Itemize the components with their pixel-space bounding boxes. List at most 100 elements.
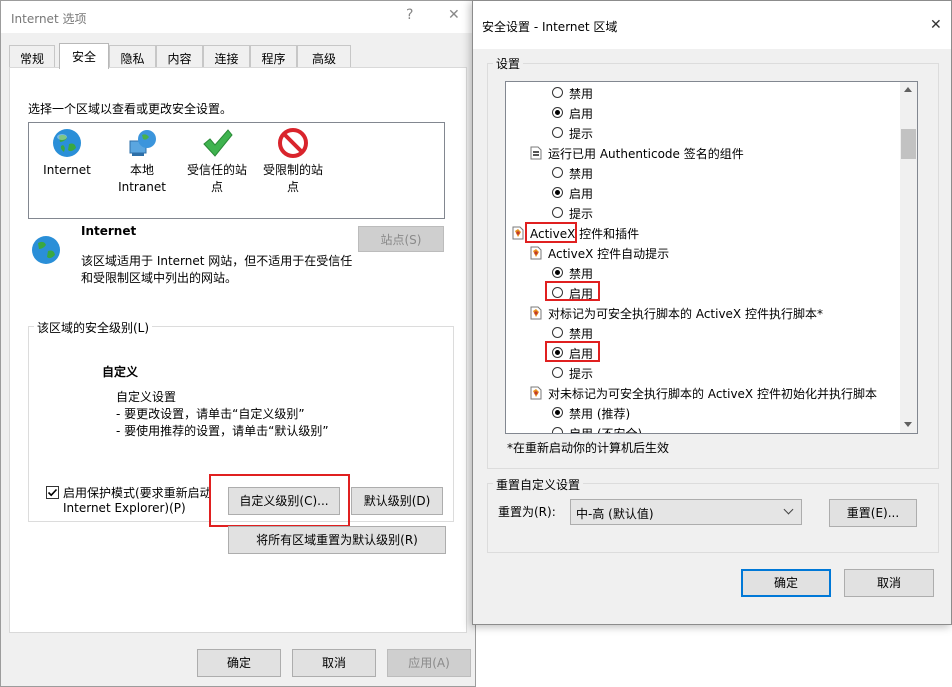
restart-note: *在重新启动你的计算机后生效 [507, 441, 670, 455]
radio-selected[interactable] [552, 107, 563, 118]
setting-header: 运行已用 Authenticode 签名的组件 [530, 143, 901, 163]
internet-options-window: Internet 选项 ? ✕ 常规 安全 隐私 内容 连接 程序 高级 选择一… [0, 0, 476, 687]
activex-icon [512, 226, 524, 240]
custom-text-2: - 要更改设置，请单击“自定义级别” [116, 407, 305, 421]
window-title: Internet 选项 [11, 12, 87, 26]
radio-selected[interactable] [552, 187, 563, 198]
security-level-label: 该区域的安全级别(L) [34, 319, 153, 336]
tab-programs[interactable]: 程序 [250, 45, 297, 67]
tab-general[interactable]: 常规 [9, 45, 55, 67]
reset-all-zones-button[interactable]: 将所有区域重置为默认级别(R) [228, 526, 446, 554]
setting-option[interactable]: 启用 [552, 103, 901, 123]
reset-level-select[interactable]: 中-高 (默认值) [570, 499, 802, 525]
security-tab-panel: 选择一个区域以查看或更改安全设置。 Internet 本地 Intranet 受… [9, 67, 467, 633]
zone-label: 本地 Intranet [118, 163, 166, 194]
security-settings-window: 安全设置 - Internet 区域 ✕ 设置 禁用 启用 提示 运行已用 Authe… [472, 0, 952, 625]
ok-button[interactable]: 确定 [741, 569, 831, 597]
setting-text: 禁用 [569, 267, 594, 281]
restricted-icon [278, 128, 308, 158]
setting-text: 启用 [569, 107, 594, 121]
globe-icon [53, 129, 81, 157]
reset-button[interactable]: 重置(E)... [829, 499, 917, 527]
activex-icon [530, 386, 542, 400]
highlight-box [545, 281, 600, 301]
globe-icon [32, 236, 60, 264]
setting-option[interactable]: 禁用 [552, 263, 901, 283]
setting-text: 禁用 [569, 167, 594, 181]
tab-advanced[interactable]: 高级 [297, 45, 351, 67]
scroll-thumb[interactable] [901, 129, 916, 159]
highlight-box [545, 341, 600, 362]
setting-text: 运行已用 Authenticode 签名的组件 [548, 147, 744, 161]
window-title: 安全设置 - Internet 区域 [482, 20, 618, 34]
close-icon[interactable]: ✕ [448, 7, 460, 23]
radio-unselected[interactable] [552, 87, 563, 98]
protected-mode-checkbox[interactable] [46, 486, 59, 499]
title-bar: 安全设置 - Internet 区域 ✕ [473, 1, 951, 49]
tab-security[interactable]: 安全 [59, 43, 109, 69]
setting-option[interactable]: 提示 [552, 123, 901, 143]
setting-text: 对标记为可安全执行脚本的 ActiveX 控件执行脚本* [548, 307, 823, 321]
ok-button[interactable]: 确定 [197, 649, 281, 677]
setting-text: 提示 [569, 127, 594, 141]
setting-option[interactable]: 禁用 [552, 323, 901, 343]
custom-text-3: - 要使用推荐的设置，请单击“默认级别” [116, 424, 329, 438]
radio-unselected[interactable] [552, 427, 563, 433]
setting-option[interactable]: 禁用 [552, 83, 901, 103]
setting-option[interactable]: 禁用 (推荐) [552, 403, 901, 423]
setting-text: 禁用 [569, 327, 594, 341]
setting-text: 提示 [569, 367, 594, 381]
chevron-down-icon [783, 504, 794, 515]
highlight-box [209, 474, 350, 527]
apply-button[interactable]: 应用(A) [387, 649, 471, 677]
radio-unselected[interactable] [552, 127, 563, 138]
setting-text: 禁用 (推荐) [569, 407, 631, 421]
setting-option[interactable]: 启用 [552, 283, 901, 303]
tab-privacy[interactable]: 隐私 [109, 45, 156, 67]
setting-header: 对未标记为可安全执行脚本的 ActiveX 控件初始化并执行脚本 [530, 383, 901, 403]
tab-label: 内容 [167, 52, 192, 66]
zone-list: Internet 本地 Intranet 受信任的站 点 受限制的站 点 [28, 122, 445, 219]
setting-option[interactable]: 启用 [552, 343, 901, 363]
zone-intranet[interactable]: 本地 Intranet [109, 127, 175, 196]
scroll-up-icon[interactable] [904, 87, 912, 92]
zone-internet[interactable]: Internet [37, 127, 97, 179]
setting-option[interactable]: 启用 (不安全) [552, 423, 901, 433]
reset-level-value: 中-高 (默认值) [576, 507, 654, 521]
custom-title: 自定义 [102, 365, 139, 379]
radio-selected[interactable] [552, 407, 563, 418]
setting-header: ActiveX 控件自动提示 [530, 243, 901, 263]
checkmark-icon [203, 129, 233, 157]
setting-text: 启用 [569, 187, 594, 201]
tab-connections[interactable]: 连接 [203, 45, 250, 67]
zone-label: Internet [43, 163, 91, 177]
tab-content[interactable]: 内容 [156, 45, 203, 67]
tab-label: 程序 [261, 52, 286, 66]
cancel-button[interactable]: 取消 [844, 569, 934, 597]
close-icon[interactable]: ✕ [930, 17, 942, 33]
activex-icon [530, 246, 542, 260]
setting-option[interactable]: 提示 [552, 363, 901, 383]
scroll-down-icon[interactable] [904, 422, 912, 427]
radio-unselected[interactable] [552, 367, 563, 378]
default-level-button[interactable]: 默认级别(D) [351, 487, 443, 515]
setting-option[interactable]: 提示 [552, 203, 901, 223]
title-bar: Internet 选项 ? ✕ [1, 1, 475, 33]
radio-unselected[interactable] [552, 167, 563, 178]
radio-unselected[interactable] [552, 327, 563, 338]
custom-text-1: 自定义设置 [116, 390, 177, 404]
cancel-button[interactable]: 取消 [292, 649, 376, 677]
zone-restricted-sites[interactable]: 受限制的站 点 [257, 127, 329, 196]
setting-header: 对标记为可安全执行脚本的 ActiveX 控件执行脚本* [530, 303, 901, 323]
settings-label: 设置 [493, 55, 524, 72]
intranet-icon [129, 130, 156, 156]
help-icon[interactable]: ? [406, 7, 413, 23]
setting-option[interactable]: 禁用 [552, 163, 901, 183]
scrollbar[interactable] [900, 82, 917, 433]
settings-tree: 禁用 启用 提示 运行已用 Authenticode 签名的组件 禁用 启用 提示 Activ… [505, 81, 918, 434]
radio-selected[interactable] [552, 267, 563, 278]
radio-unselected[interactable] [552, 207, 563, 218]
setting-option[interactable]: 启用 [552, 183, 901, 203]
zone-trusted-sites[interactable]: 受信任的站 点 [181, 127, 253, 196]
sites-button[interactable]: 站点(S) [358, 226, 444, 252]
